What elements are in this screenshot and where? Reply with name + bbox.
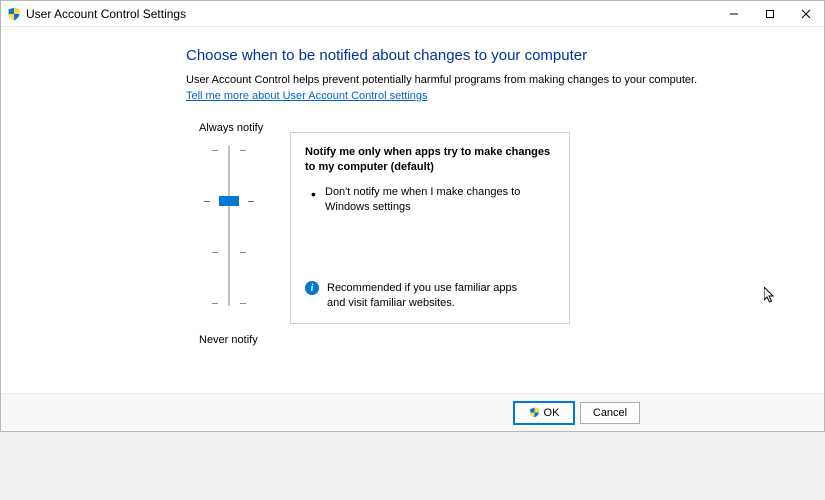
dialog-footer: OK Cancel [1,393,824,431]
notification-info-panel: Notify me only when apps try to make cha… [290,132,570,324]
content-area: Choose when to be notified about changes… [1,27,824,395]
slider-label-bottom: Never notify [199,334,258,346]
cancel-button[interactable]: Cancel [580,402,640,424]
page-heading: Choose when to be notified about changes… [186,47,824,64]
slider-track[interactable] [228,146,230,306]
info-icon: i [305,281,319,295]
ok-label: OK [544,407,560,419]
ok-button[interactable]: OK [514,402,574,424]
titlebar: User Account Control Settings [1,1,824,27]
window-title: User Account Control Settings [26,7,716,21]
close-button[interactable] [788,1,824,26]
cancel-label: Cancel [593,407,627,419]
info-title: Notify me only when apps try to make cha… [305,145,555,175]
slider-label-top: Always notify [199,122,263,134]
recommendation: i Recommended if you use familiar apps a… [305,281,537,311]
learn-more-link[interactable]: Tell me more about User Account Control … [186,90,428,102]
info-bullet: Don't notify me when I make changes to W… [311,185,555,215]
slider-tick [212,252,246,253]
slider-thumb[interactable] [219,196,239,206]
window-controls [716,1,824,26]
page-description: User Account Control helps prevent poten… [186,74,824,86]
info-list: Don't notify me when I make changes to W… [305,185,555,215]
uac-settings-window: User Account Control Settings Choose whe… [0,0,825,432]
slider-tick [212,150,246,151]
slider-tick [212,303,246,304]
maximize-button[interactable] [752,1,788,26]
shield-icon [7,7,21,21]
minimize-button[interactable] [716,1,752,26]
recommendation-text: Recommended if you use familiar apps and… [327,281,537,311]
shield-icon [529,407,540,418]
